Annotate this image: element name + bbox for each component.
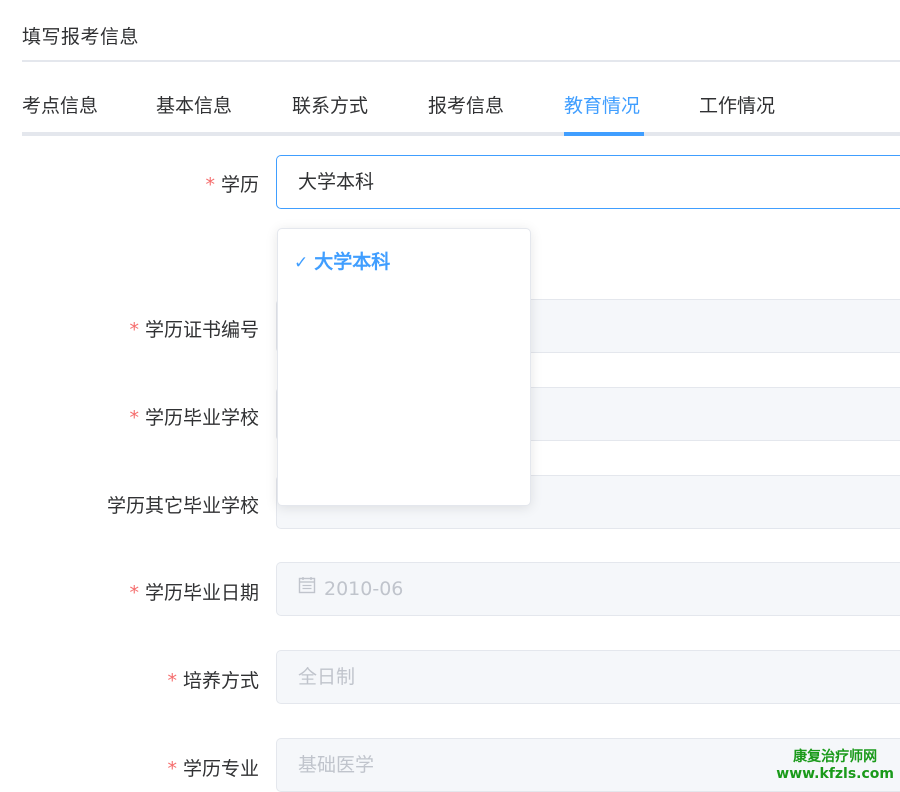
tab-contact[interactable]: 联系方式 [292, 86, 368, 126]
grad-date-label: * 学历毕业日期 [129, 582, 259, 604]
page-title: 填写报考信息 [22, 26, 140, 48]
other-school-label: 学历其它毕业学校 [106, 495, 259, 517]
grad-date-picker[interactable]: 2010-06 [276, 562, 900, 616]
required-mark: * [129, 582, 139, 604]
tabs-bar: 考点信息 基本信息 联系方式 报考信息 教育情况 工作情况 [22, 86, 900, 136]
watermark: 康复治疗师网 www.kfzls.com [776, 749, 894, 783]
education-label: * 学历 [205, 174, 259, 196]
required-mark: * [129, 319, 139, 341]
cert-no-label: * 学历证书编号 [129, 319, 259, 341]
tab-exam-site[interactable]: 考点信息 [22, 86, 98, 126]
study-mode-input[interactable]: 全日制 [276, 650, 900, 704]
check-icon: ✓ [294, 253, 309, 273]
school-label: * 学历毕业学校 [129, 407, 259, 429]
active-tab-indicator [564, 132, 644, 136]
study-mode-label: * 培养方式 [167, 670, 259, 692]
tab-work[interactable]: 工作情况 [699, 86, 775, 126]
required-mark: * [205, 174, 215, 196]
major-label: * 学历专业 [167, 758, 259, 780]
dropdown-option-bachelor[interactable]: ✓ 大学本科 [278, 245, 530, 279]
watermark-line1: 康复治疗师网 [793, 749, 878, 765]
calendar-icon [298, 562, 316, 614]
education-dropdown: ✓ 大学本科 [277, 228, 531, 506]
required-mark: * [129, 407, 139, 429]
grad-date-value: 2010-06 [324, 578, 404, 600]
tabs-baseline [22, 132, 900, 136]
watermark-line2: www.kfzls.com [776, 766, 894, 782]
required-mark: * [167, 670, 177, 692]
title-divider [22, 60, 900, 62]
tab-application-info[interactable]: 报考信息 [428, 86, 504, 126]
education-select[interactable]: 大学本科 [276, 155, 900, 209]
tab-basic-info[interactable]: 基本信息 [156, 86, 232, 126]
tab-education[interactable]: 教育情况 [564, 86, 640, 126]
required-mark: * [167, 758, 177, 780]
